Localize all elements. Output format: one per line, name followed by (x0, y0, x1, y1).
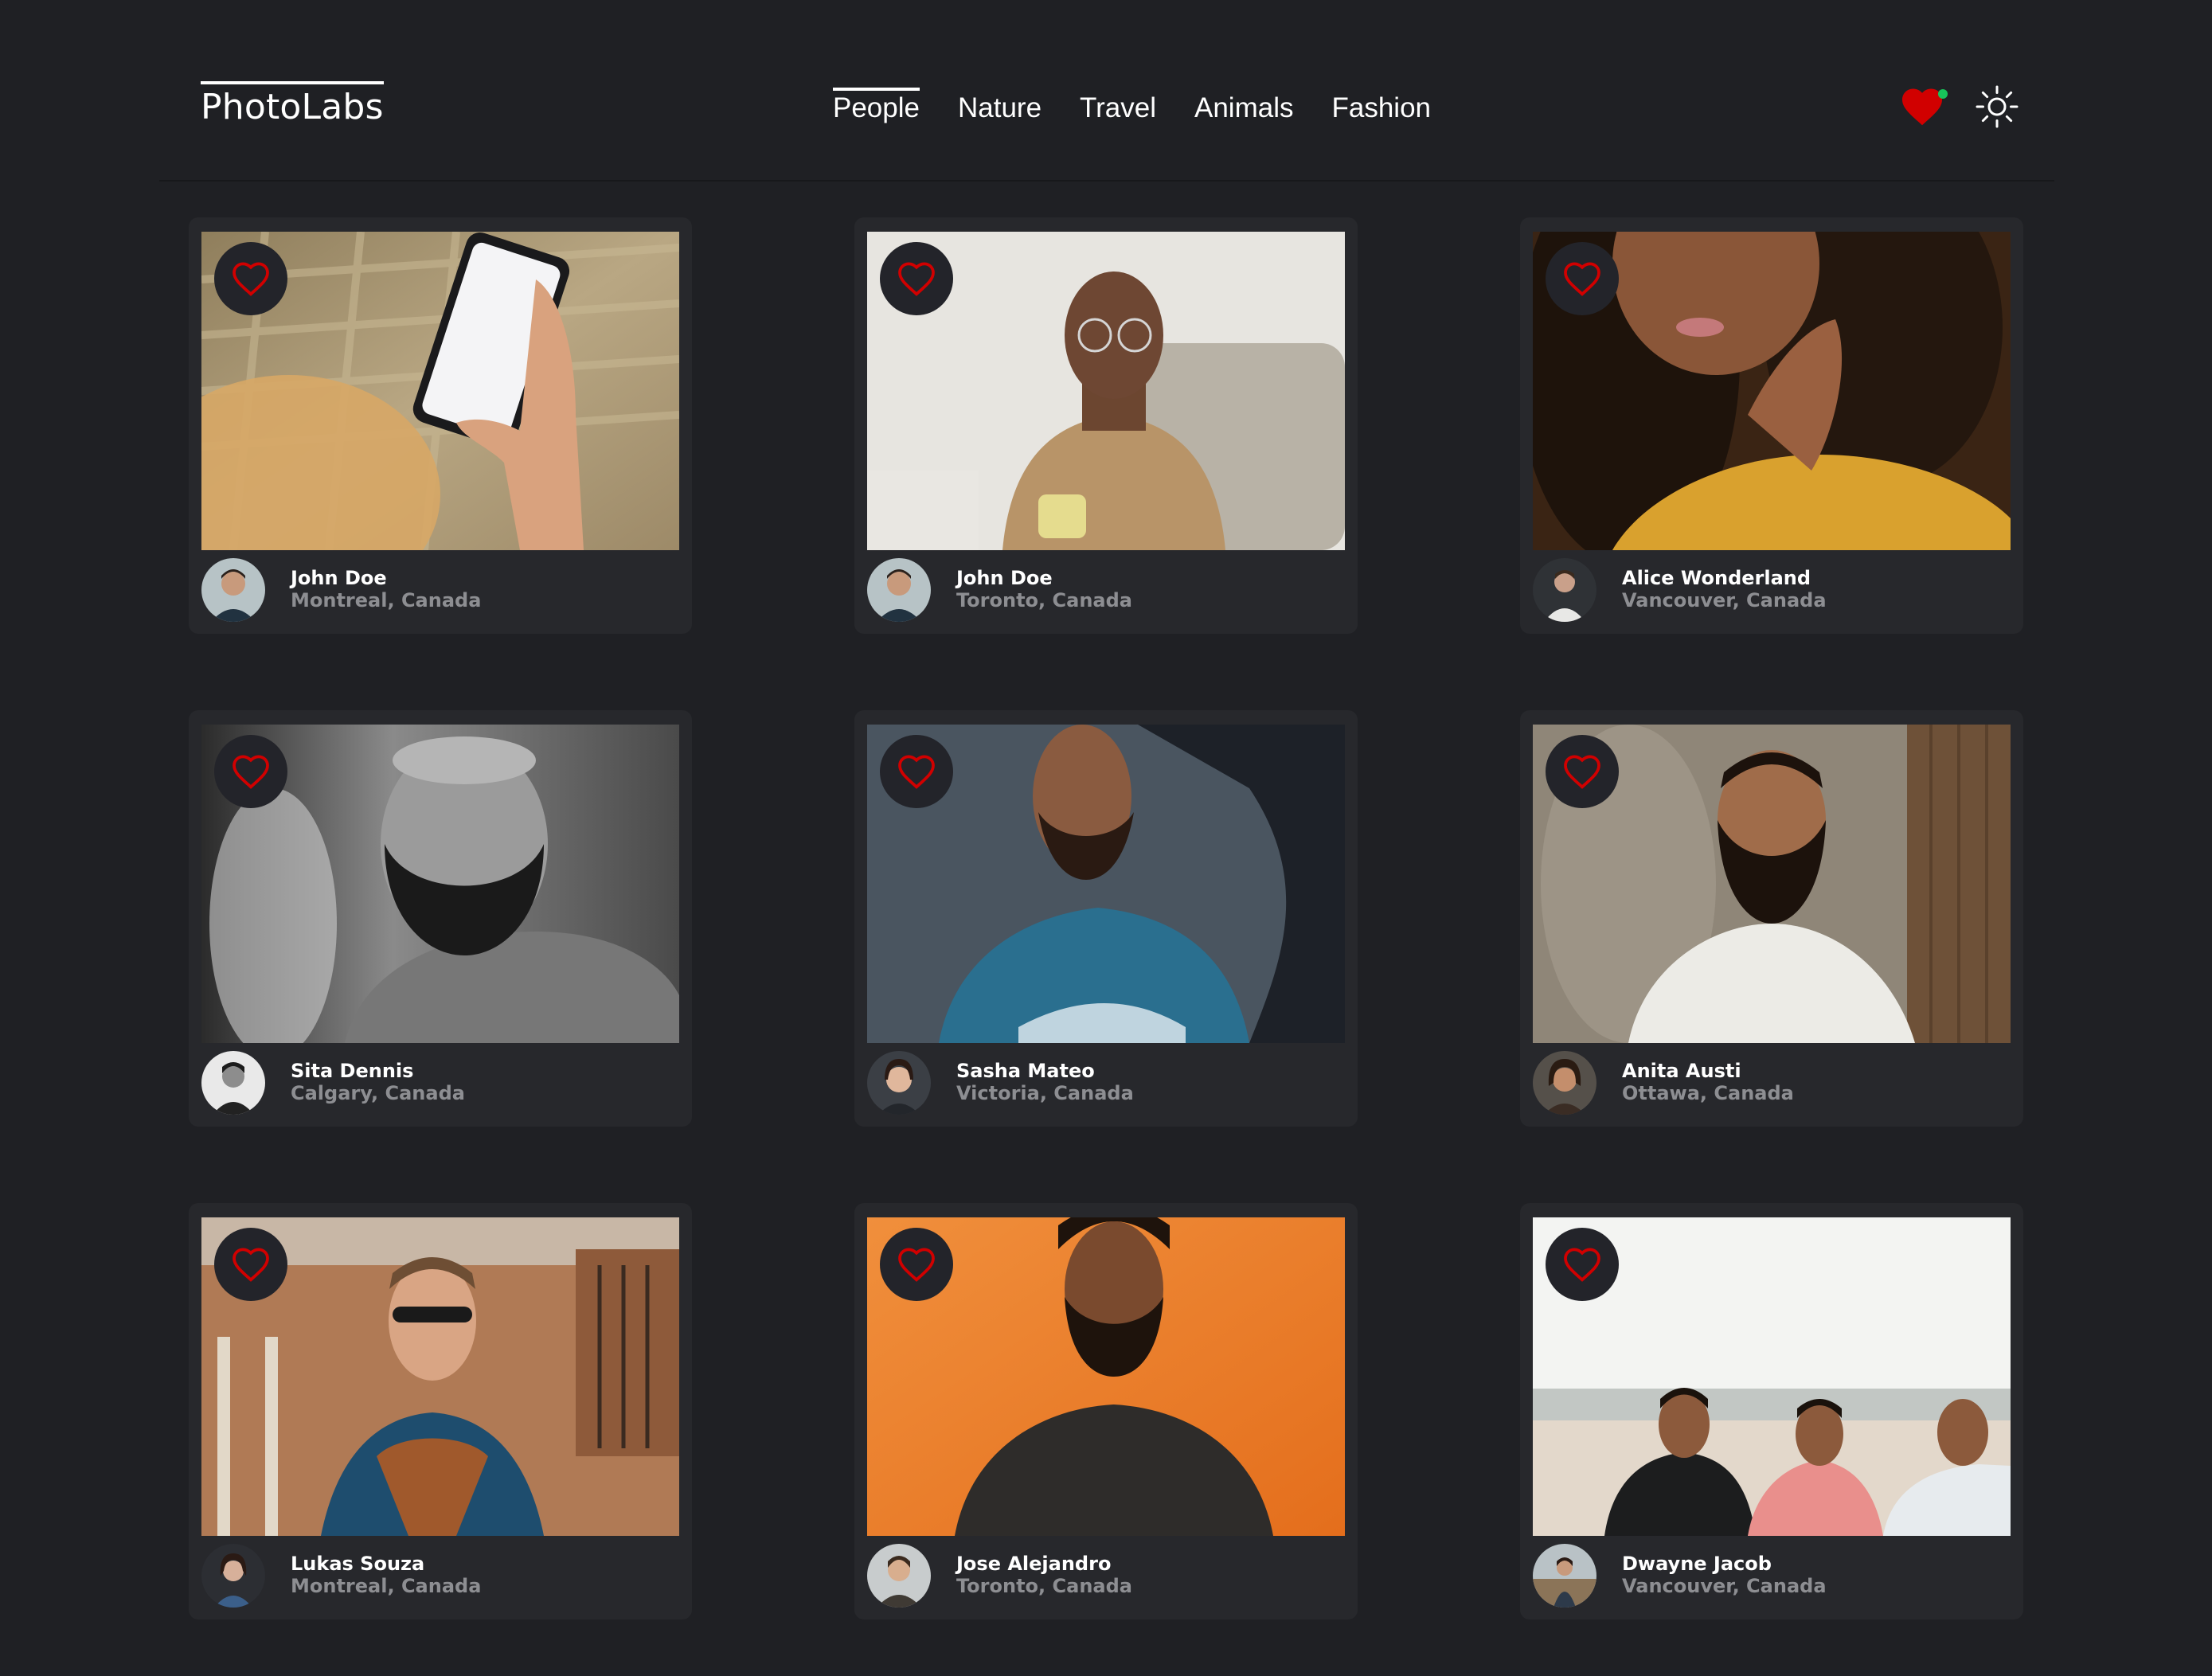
photo-image[interactable] (1533, 725, 2011, 1043)
photo-location: Vancouver, Canada (1622, 589, 1827, 611)
favourite-button[interactable] (214, 1228, 287, 1301)
favourites-badge[interactable] (1898, 83, 1949, 131)
favourite-button[interactable] (880, 735, 953, 808)
photo-list-item: Dwayne Jacob Vancouver, Canada (1520, 1203, 2023, 1619)
photo-owner: Jose Alejandro Toronto, Canada (867, 1544, 1345, 1609)
avatar[interactable] (867, 558, 931, 622)
heart-outline-icon (898, 755, 935, 789)
avatar[interactable] (201, 1544, 265, 1608)
photo-list-item: Sita Dennis Calgary, Canada (189, 710, 692, 1127)
avatar[interactable] (867, 1544, 931, 1608)
photo-image[interactable] (1533, 232, 2011, 550)
avatar[interactable] (201, 558, 265, 622)
photo-owner-name: John Doe (956, 567, 1053, 589)
photo-location: Ottawa, Canada (1622, 1082, 1794, 1104)
photo-location: Montreal, Canada (291, 1575, 482, 1597)
photo-owner-name: Sita Dennis (291, 1060, 414, 1082)
topic-item-people[interactable]: People (833, 81, 920, 135)
photo-owner: Sita Dennis Calgary, Canada (201, 1051, 679, 1116)
topic-item-travel[interactable]: Travel (1080, 81, 1156, 135)
favourite-button[interactable] (1546, 242, 1619, 315)
photo-list-item: John Doe Toronto, Canada (854, 217, 1358, 634)
favourite-button[interactable] (880, 1228, 953, 1301)
photo-location: Vancouver, Canada (1622, 1575, 1827, 1597)
photo-owner: Lukas Souza Montreal, Canada (201, 1544, 679, 1609)
photo-location: Victoria, Canada (956, 1082, 1134, 1104)
heart-outline-icon (898, 1248, 935, 1282)
topic-item-animals[interactable]: Animals (1194, 81, 1293, 135)
heart-outline-icon (233, 262, 269, 296)
heart-outline-icon (1564, 262, 1600, 296)
photo-image[interactable] (201, 232, 679, 550)
photo-owner-name: Lukas Souza (291, 1553, 425, 1575)
photo-owner-name: Dwayne Jacob (1622, 1553, 1772, 1575)
heart-outline-icon (1564, 755, 1600, 789)
photo-image[interactable] (867, 1217, 1345, 1536)
photo-owner: John Doe Toronto, Canada (867, 558, 1345, 623)
top-navigation-bar: PhotoLabs People Nature Travel Animals F… (159, 0, 2054, 182)
photo-owner: Alice Wonderland Vancouver, Canada (1533, 558, 2011, 623)
favourite-button[interactable] (214, 735, 287, 808)
photo-location: Calgary, Canada (291, 1082, 465, 1104)
favourite-button[interactable] (214, 242, 287, 315)
photo-owner-name: Sasha Mateo (956, 1060, 1095, 1082)
brand-logo[interactable]: PhotoLabs (201, 81, 384, 134)
notification-dot (1938, 89, 1948, 99)
photo-owner-name: Jose Alejandro (956, 1553, 1112, 1575)
topic-item-nature[interactable]: Nature (958, 81, 1042, 135)
heart-outline-icon (1564, 1248, 1600, 1282)
sun-icon (1976, 85, 2019, 128)
heart-outline-icon (233, 1248, 269, 1282)
photo-list-item: Lukas Souza Montreal, Canada (189, 1203, 692, 1619)
avatar[interactable] (1533, 558, 1596, 622)
photo-owner-name: Anita Austi (1622, 1060, 1741, 1082)
photo-owner: Dwayne Jacob Vancouver, Canada (1533, 1544, 2011, 1609)
avatar[interactable] (201, 1051, 265, 1115)
topic-item-fashion[interactable]: Fashion (1331, 81, 1431, 135)
photo-owner: Anita Austi Ottawa, Canada (1533, 1051, 2011, 1116)
photo-list-item: Alice Wonderland Vancouver, Canada (1520, 217, 2023, 634)
avatar[interactable] (1533, 1544, 1596, 1608)
photo-image[interactable] (867, 725, 1345, 1043)
favourite-button[interactable] (1546, 735, 1619, 808)
photo-location: Montreal, Canada (291, 589, 482, 611)
theme-toggle-button[interactable] (1973, 83, 2021, 131)
heart-outline-icon (898, 262, 935, 296)
photo-image[interactable] (867, 232, 1345, 550)
photo-list-item: John Doe Montreal, Canada (189, 217, 692, 634)
photo-owner-name: Alice Wonderland (1622, 567, 1811, 589)
photo-location: Toronto, Canada (956, 1575, 1132, 1597)
photo-list-item: Anita Austi Ottawa, Canada (1520, 710, 2023, 1127)
photo-owner: Sasha Mateo Victoria, Canada (867, 1051, 1345, 1116)
photo-owner-name: John Doe (291, 567, 387, 589)
photo-owner: John Doe Montreal, Canada (201, 558, 679, 623)
photo-image[interactable] (1533, 1217, 2011, 1536)
photo-list-item: Sasha Mateo Victoria, Canada (854, 710, 1358, 1127)
favourite-button[interactable] (880, 242, 953, 315)
photo-image[interactable] (201, 1217, 679, 1536)
photo-location: Toronto, Canada (956, 589, 1132, 611)
heart-outline-icon (233, 755, 269, 789)
photo-list-item: Jose Alejandro Toronto, Canada (854, 1203, 1358, 1619)
topic-list: People Nature Travel Animals Fashion (833, 81, 1431, 135)
photo-image[interactable] (201, 725, 679, 1043)
avatar[interactable] (867, 1051, 931, 1115)
favourite-button[interactable] (1546, 1228, 1619, 1301)
avatar[interactable] (1533, 1051, 1596, 1115)
